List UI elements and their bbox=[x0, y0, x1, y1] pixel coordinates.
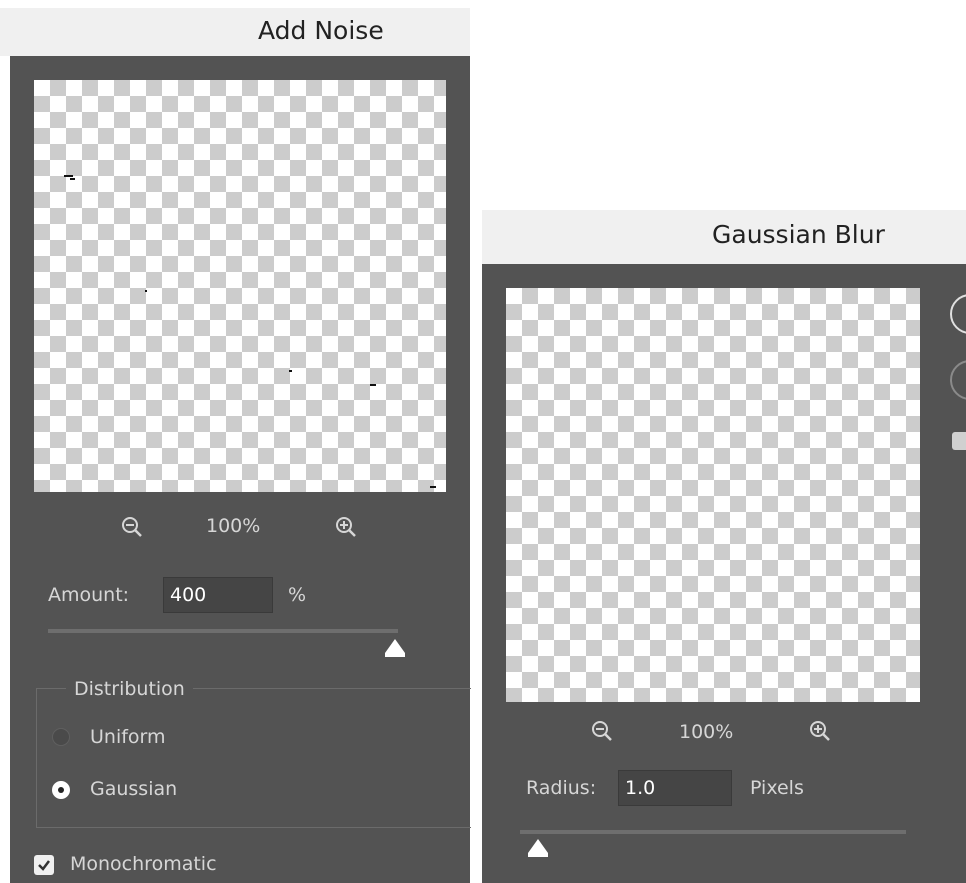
noise-speck bbox=[70, 178, 75, 180]
zoom-out-icon[interactable] bbox=[590, 719, 614, 743]
add-noise-title: Add Noise bbox=[258, 16, 384, 45]
amount-unit: % bbox=[288, 584, 307, 606]
uniform-label[interactable]: Uniform bbox=[90, 726, 166, 748]
checkmark-icon bbox=[38, 860, 50, 871]
radius-label: Radius: bbox=[526, 777, 597, 799]
add-noise-dialog: 100% Amount: % Distribution Uniform Gaus… bbox=[10, 56, 471, 883]
cancel-button[interactable] bbox=[950, 360, 966, 400]
uniform-radio[interactable] bbox=[52, 728, 70, 746]
zoom-in-icon[interactable] bbox=[334, 515, 358, 539]
noise-speck bbox=[145, 290, 147, 292]
ok-button[interactable] bbox=[950, 294, 966, 334]
zoom-in-icon[interactable] bbox=[808, 719, 832, 743]
amount-slider-track[interactable] bbox=[48, 629, 398, 633]
add-noise-title-bar: Add Noise bbox=[0, 8, 470, 56]
add-noise-preview[interactable] bbox=[34, 80, 446, 492]
radius-slider-thumb[interactable] bbox=[528, 839, 548, 857]
monochromatic-label[interactable]: Monochromatic bbox=[70, 853, 217, 875]
preview-checkbox[interactable] bbox=[952, 432, 966, 450]
noise-speck bbox=[289, 370, 292, 372]
monochromatic-checkbox[interactable] bbox=[34, 855, 54, 875]
gaussian-blur-title-bar: Gaussian Blur bbox=[482, 210, 966, 264]
gaussian-radio[interactable] bbox=[52, 781, 70, 799]
gaussian-label[interactable]: Gaussian bbox=[90, 778, 177, 800]
noise-speck bbox=[64, 175, 73, 177]
distribution-label: Distribution bbox=[66, 678, 193, 700]
amount-input[interactable] bbox=[163, 577, 273, 613]
radius-slider-track[interactable] bbox=[520, 830, 906, 834]
gaussian-blur-dialog: 100% Radius: Pixels bbox=[482, 264, 966, 883]
noise-speck bbox=[370, 384, 376, 386]
distribution-group bbox=[36, 688, 471, 828]
zoom-level: 100% bbox=[679, 721, 734, 743]
gaussian-blur-title: Gaussian Blur bbox=[712, 220, 885, 249]
noise-speck bbox=[430, 486, 436, 488]
amount-slider-thumb[interactable] bbox=[385, 639, 405, 657]
zoom-level: 100% bbox=[206, 515, 261, 537]
zoom-out-icon[interactable] bbox=[120, 515, 144, 539]
radius-input[interactable] bbox=[618, 770, 732, 806]
amount-label: Amount: bbox=[48, 584, 130, 606]
gaussian-blur-preview[interactable] bbox=[506, 288, 920, 702]
radius-unit: Pixels bbox=[750, 777, 804, 799]
